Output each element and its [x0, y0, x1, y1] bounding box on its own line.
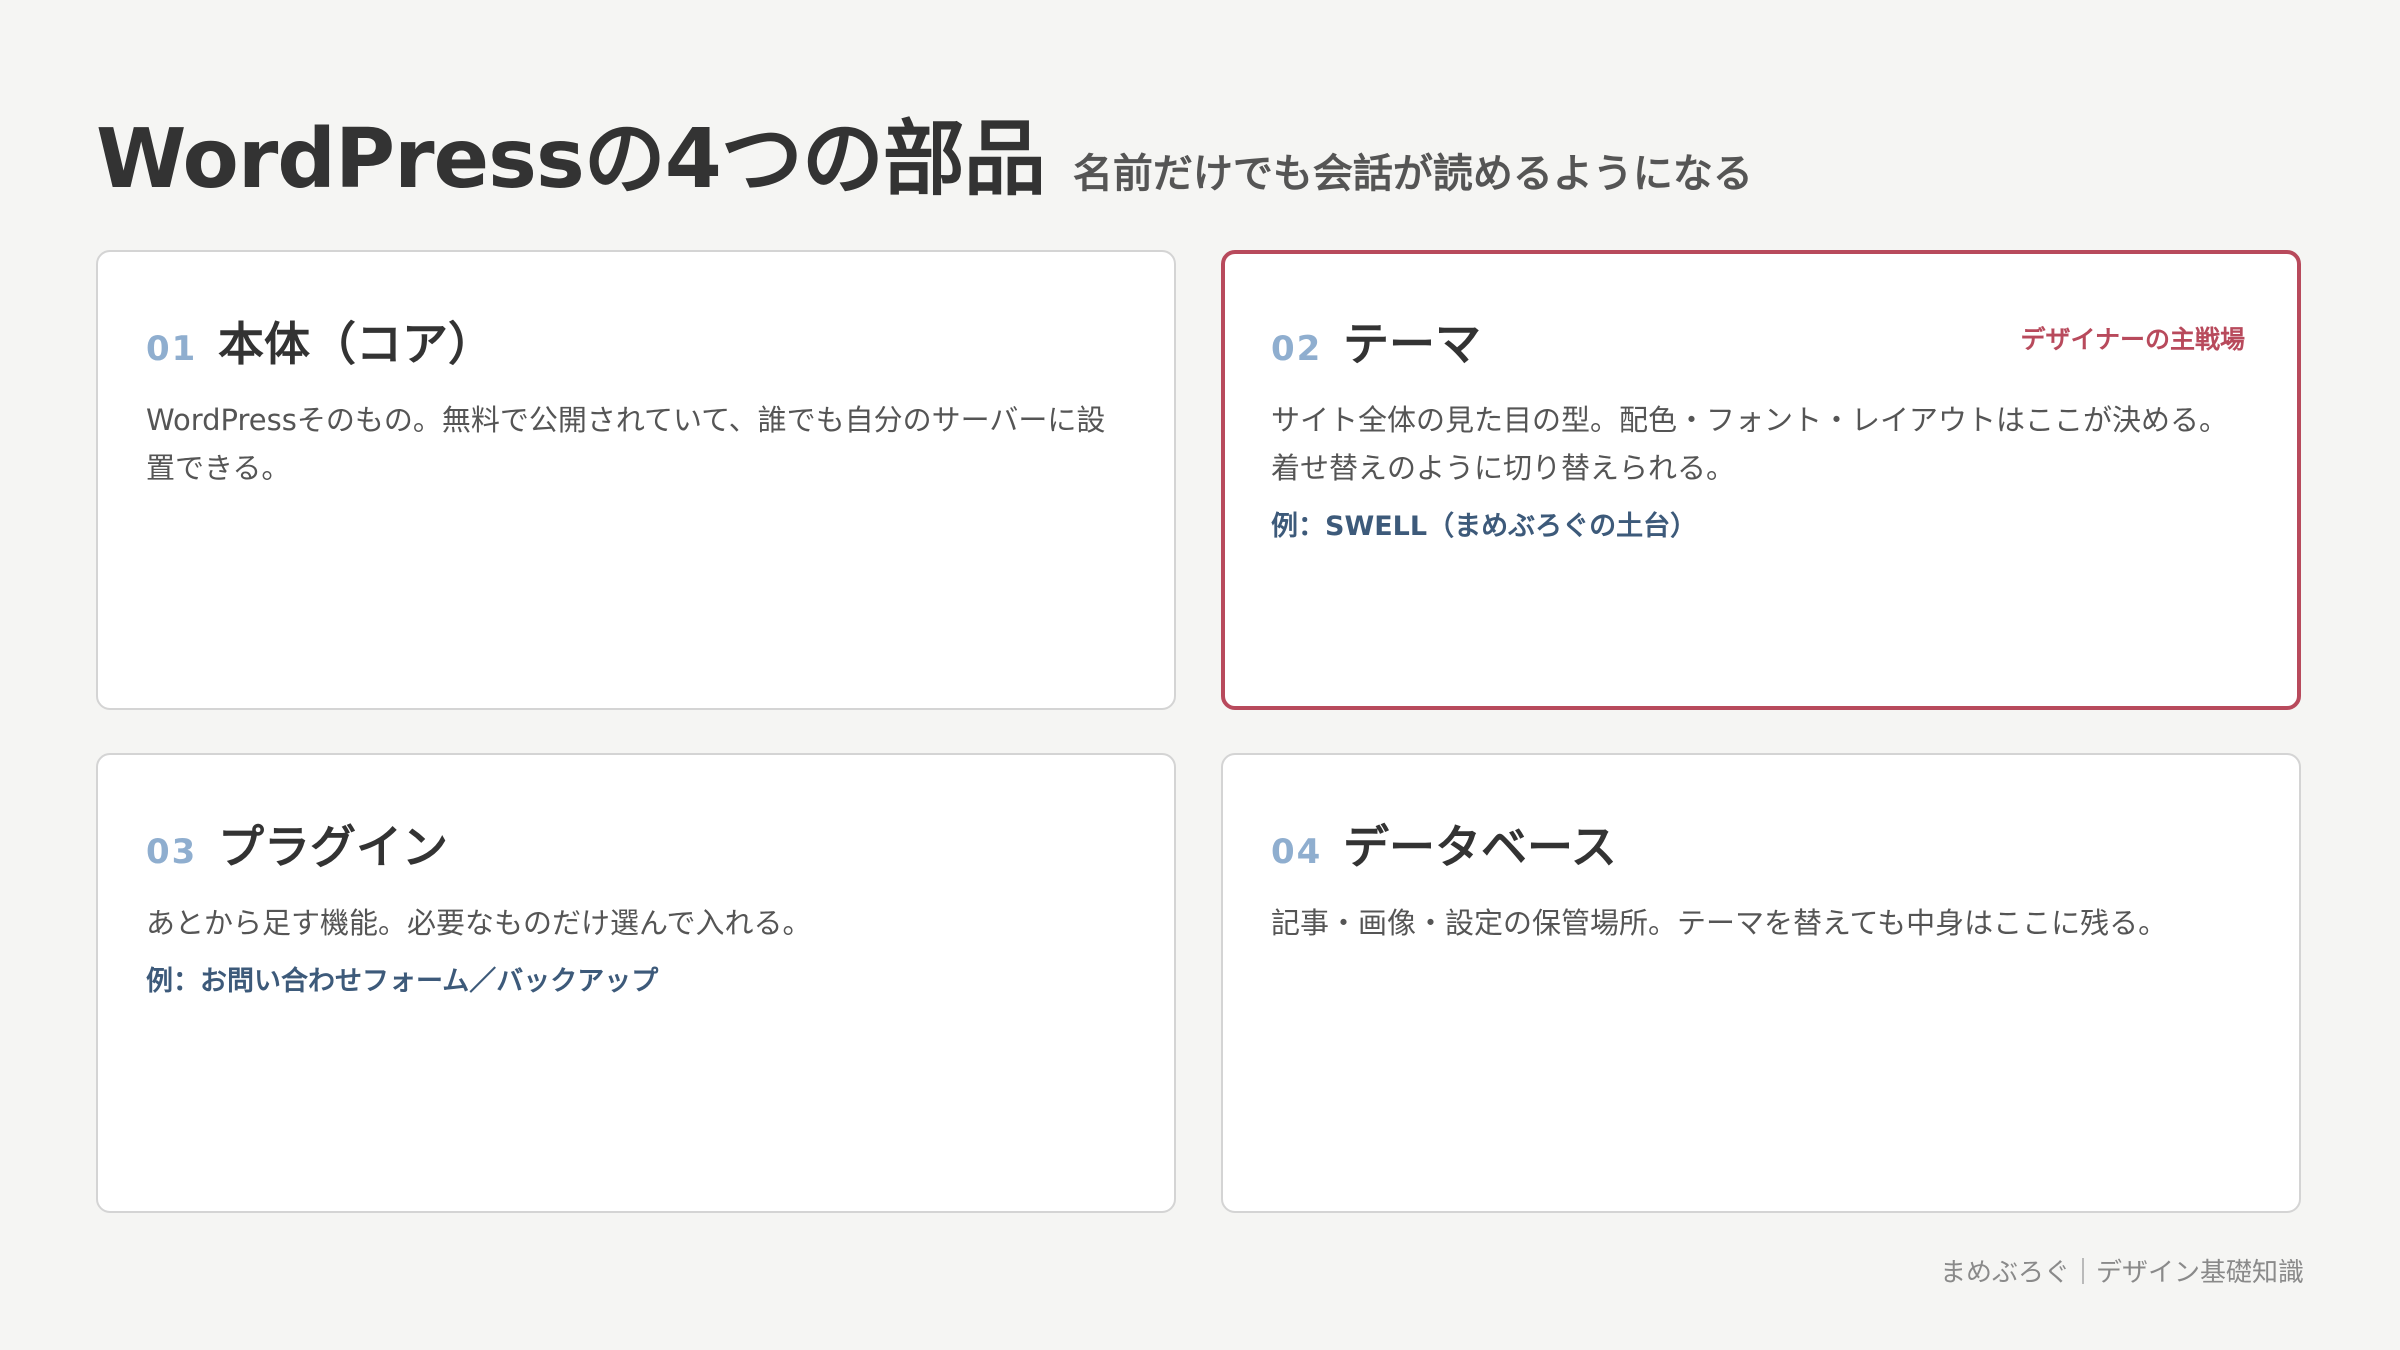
- card-number: 03: [146, 832, 198, 872]
- card-description: あとから足す機能。必要なものだけ選んで入れる。: [146, 906, 812, 940]
- card-theme: 02 テーマ デザイナーの主戦場 サイト全体の見た目の型。配色・フォント・レイア…: [1221, 250, 2301, 710]
- card-plugin: 03 プラグイン あとから足す機能。必要なものだけ選んで入れる。 例：お問い合わ…: [96, 753, 1176, 1213]
- card-description: サイト全体の見た目の型。配色・フォント・レイアウトはここが決める。着せ替えのよう…: [1271, 403, 2229, 485]
- card-number: 01: [146, 329, 198, 369]
- card-description: WordPressそのもの。無料で公開されていて、誰でも自分のサーバーに設置でき…: [146, 403, 1106, 485]
- card-title: データベース: [1343, 820, 1617, 874]
- card-database: 04 データベース 記事・画像・設定の保管場所。テーマを替えても中身はここに残る…: [1221, 753, 2301, 1213]
- card-title: テーマ: [1343, 317, 1481, 371]
- page-header: WordPressの4つの部品 名前だけでも会話が読めるようになる: [96, 92, 1753, 211]
- card-head: 02 テーマ デザイナーの主戦場: [1271, 308, 2251, 374]
- designer-tag: デザイナーの主戦場: [2020, 325, 2245, 354]
- card-number: 02: [1271, 329, 1323, 369]
- card-title: 本体（コア）: [218, 317, 494, 371]
- card-title: プラグイン: [218, 820, 448, 874]
- page-subtitle: 名前だけでも会話が読めるようになる: [1072, 151, 1753, 197]
- card-head: 03 プラグイン: [146, 811, 1126, 877]
- card-example: 例：お問い合わせフォーム／バックアップ: [146, 966, 659, 997]
- card-example: 例：SWELL（まめぶろぐの土台）: [1271, 511, 1698, 542]
- card-head: 01 本体（コア）: [146, 308, 1126, 374]
- card-head: 04 データベース: [1271, 811, 2251, 877]
- card-number: 04: [1271, 832, 1323, 872]
- footer-credit: まめぶろぐ｜デザイン基礎知識: [1939, 1258, 2304, 1288]
- page-title: WordPressの4つの部品: [96, 112, 1046, 207]
- card-description: 記事・画像・設定の保管場所。テーマを替えても中身はここに残る。: [1271, 906, 2168, 940]
- card-core: 01 本体（コア） WordPressそのもの。無料で公開されていて、誰でも自分…: [96, 250, 1176, 710]
